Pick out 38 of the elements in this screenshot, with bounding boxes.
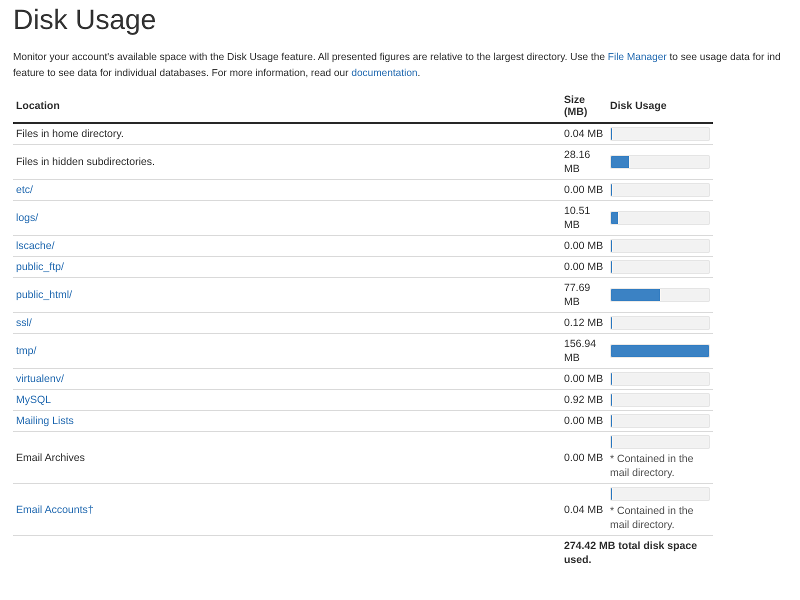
size-cell: 156.94 MB bbox=[561, 334, 607, 368]
size-cell: 0.00 MB bbox=[561, 368, 607, 390]
column-header: Disk Usage bbox=[607, 90, 713, 123]
size-cell: 28.16 MB bbox=[561, 144, 607, 180]
location-link[interactable]: public_ftp/ bbox=[16, 261, 64, 273]
size-cell: 0.92 MB bbox=[561, 390, 607, 410]
location-link[interactable]: virtualenv/ bbox=[16, 373, 64, 385]
location-link[interactable]: tmp/ bbox=[16, 345, 36, 357]
location-link[interactable]: etc/ bbox=[16, 184, 33, 196]
size-cell: 0.00 MB bbox=[561, 256, 607, 278]
size-cell: 0.00 MB bbox=[561, 432, 607, 484]
location-link[interactable]: Email Accounts† bbox=[16, 504, 94, 516]
location-link[interactable]: MySQL bbox=[16, 394, 52, 406]
size-cell: 0.12 MB bbox=[561, 312, 607, 334]
size-cell: 0.00 MB bbox=[561, 180, 607, 200]
location-link[interactable]: Mailing Lists bbox=[16, 415, 74, 427]
column-header: Size (MB) bbox=[561, 90, 607, 123]
usage-note: * Contained in the mail directory. bbox=[610, 504, 694, 532]
location-link[interactable]: lscache/ bbox=[16, 240, 55, 252]
size-cell: 0.04 MB bbox=[561, 484, 607, 536]
location-link[interactable]: public_html/ bbox=[16, 289, 72, 301]
column-header: Location bbox=[13, 90, 561, 123]
documentation-link[interactable]: File Manager bbox=[608, 52, 667, 63]
intro-paragraph: Monitor your account's available space with the Disk Usage feature. All presented figures are relative to the largest directory. Use the File Manager to see usage data for ind feature to see data for individual databases. For more information, read our documentation. bbox=[13, 51, 782, 81]
location-text: Email Archives bbox=[16, 452, 85, 464]
usage-note: * Contained in the mail directory. bbox=[610, 452, 694, 480]
documentation-link[interactable]: documentation bbox=[351, 68, 418, 79]
total-usage: 274.42 MB total disk space used. bbox=[564, 539, 698, 567]
size-cell: 10.51 MB bbox=[561, 200, 607, 236]
size-cell: 77.69 MB bbox=[561, 278, 607, 312]
location-link[interactable]: ssl/ bbox=[16, 317, 32, 329]
location-link[interactable]: logs/ bbox=[16, 212, 38, 224]
location-text: Files in home directory. bbox=[16, 128, 124, 140]
size-cell: 0.00 MB bbox=[561, 236, 607, 256]
location-text: Files in hidden subdirectories. bbox=[16, 156, 155, 168]
size-cell: 0.00 MB bbox=[561, 410, 607, 432]
page-title: Disk Usage bbox=[13, 4, 158, 36]
size-cell: 0.04 MB bbox=[561, 123, 607, 144]
